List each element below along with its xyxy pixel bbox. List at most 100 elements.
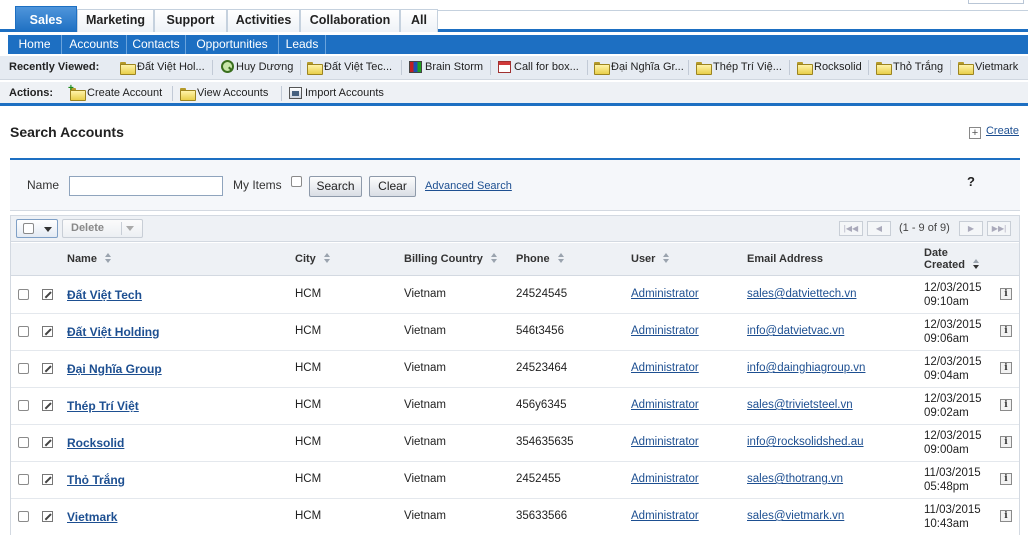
row-checkbox[interactable] — [18, 474, 29, 485]
next-page-button[interactable]: ▶ — [959, 221, 983, 236]
user-link[interactable]: Administrator — [631, 288, 699, 300]
country-cell: Vietnam — [404, 399, 446, 411]
edit-icon[interactable] — [42, 437, 53, 448]
user-link[interactable]: Administrator — [631, 325, 699, 337]
user-link[interactable]: Administrator — [631, 510, 699, 522]
email-link[interactable]: info@dainghiagroup.vn — [747, 362, 865, 374]
email-link[interactable]: sales@trivietsteel.vn — [747, 399, 853, 411]
account-name-link[interactable]: Vietmark — [67, 510, 117, 524]
tab-sales[interactable]: Sales — [15, 6, 77, 32]
user-link[interactable]: Administrator — [631, 362, 699, 374]
table-row: Đất Việt Tech HCM Vietnam 24524545 Administr… — [11, 277, 1019, 314]
edit-icon[interactable] — [42, 474, 53, 485]
row-checkbox[interactable] — [18, 289, 29, 300]
row-checkbox[interactable] — [18, 511, 29, 522]
row-checkbox[interactable] — [18, 326, 29, 337]
email-link[interactable]: sales@datviettech.vn — [747, 288, 856, 300]
city-cell: HCM — [295, 473, 322, 485]
row-checkbox[interactable] — [18, 400, 29, 411]
select-all-dropdown[interactable] — [16, 219, 58, 238]
recent-item[interactable]: Huy Dương — [220, 56, 293, 78]
folder-icon — [958, 62, 974, 75]
delete-button[interactable]: Delete — [62, 219, 143, 238]
info-icon[interactable]: i — [1000, 436, 1012, 448]
col-phone[interactable]: Phone — [516, 253, 565, 265]
email-link[interactable]: info@datvietvac.vn — [747, 325, 844, 337]
col-user[interactable]: User — [631, 253, 670, 265]
recent-item[interactable]: Vietmark — [958, 56, 1018, 78]
info-icon[interactable]: i — [1000, 473, 1012, 485]
account-name-link[interactable]: Thép Trí Việt — [67, 399, 139, 413]
advanced-search-link[interactable]: Advanced Search — [425, 180, 512, 192]
tab-marketing[interactable]: Marketing — [77, 9, 154, 32]
account-name-link[interactable]: Thỏ Trắng — [67, 473, 125, 487]
select-all-checkbox[interactable] — [23, 223, 34, 234]
last-page-button[interactable]: ▶▶| — [987, 221, 1011, 236]
create-account-action[interactable]: + Create Account — [68, 82, 162, 104]
row-checkbox[interactable] — [18, 437, 29, 448]
col-billing-country[interactable]: Billing Country — [404, 253, 498, 265]
info-icon[interactable]: i — [1000, 325, 1012, 337]
subtab-leads[interactable]: Leads — [279, 35, 326, 54]
tab-activities[interactable]: Activities — [227, 9, 300, 32]
edit-icon[interactable] — [42, 289, 53, 300]
subtab-home[interactable]: Home — [8, 35, 62, 54]
folder-icon — [594, 62, 610, 75]
phone-cell: 456y6345 — [516, 399, 567, 411]
edit-icon[interactable] — [42, 363, 53, 374]
account-name-link[interactable]: Đất Việt Holding — [67, 325, 159, 339]
subtab-accounts[interactable]: Accounts — [62, 35, 127, 54]
list-toolbar: Delete |◀◀ ◀ (1 - 9 of 9) ▶ ▶▶| — [11, 216, 1019, 242]
recent-item[interactable]: Thép Trí Việ... — [696, 56, 782, 78]
recent-item[interactable]: Brain Storm — [409, 56, 483, 78]
view-accounts-action[interactable]: View Accounts — [180, 82, 268, 104]
name-input[interactable] — [69, 176, 223, 196]
recent-item[interactable]: Thỏ Trắng — [876, 56, 943, 78]
date-created-cell: 12/03/2015 09:00am — [924, 430, 982, 456]
info-icon[interactable]: i — [1000, 399, 1012, 411]
tab-support[interactable]: Support — [154, 9, 227, 32]
account-name-link[interactable]: Đất Việt Tech — [67, 288, 142, 302]
search-button[interactable]: Search — [309, 176, 362, 197]
email-link[interactable]: sales@vietmark.vn — [747, 510, 844, 522]
recently-viewed-bar: Recently Viewed: Đất Việt Hol... Huy Dươ… — [0, 56, 1028, 80]
row-checkbox[interactable] — [18, 363, 29, 374]
create-link[interactable]: + Create — [968, 125, 1019, 139]
account-name-link[interactable]: Đại Nghĩa Group — [67, 362, 162, 376]
recent-item[interactable]: Đất Việt Tec... — [307, 56, 392, 78]
info-icon[interactable]: i — [1000, 288, 1012, 300]
tab-collaboration[interactable]: Collaboration — [300, 9, 400, 32]
subtab-contacts[interactable]: Contacts — [127, 35, 186, 54]
tab-all[interactable]: All — [400, 9, 438, 32]
col-date-created[interactable]: Date Created — [924, 247, 980, 271]
email-link[interactable]: sales@thotrang.vn — [747, 473, 843, 485]
recent-item[interactable]: Call for box... — [498, 56, 579, 78]
edit-icon[interactable] — [42, 511, 53, 522]
country-cell: Vietnam — [404, 288, 446, 300]
recent-item[interactable]: Đất Việt Hol... — [120, 56, 205, 78]
recent-item[interactable]: Đại Nghĩa Gr... — [594, 56, 684, 78]
prev-page-button[interactable]: ◀ — [867, 221, 891, 236]
recent-item[interactable]: Rocksolid — [797, 56, 862, 78]
account-name-link[interactable]: Rocksolid — [67, 436, 124, 450]
my-items-checkbox[interactable] — [291, 176, 302, 187]
edit-icon[interactable] — [42, 400, 53, 411]
user-link[interactable]: Administrator — [631, 399, 699, 411]
subtab-opportunities[interactable]: Opportunities — [186, 35, 279, 54]
phone-cell: 24523464 — [516, 362, 568, 374]
edit-icon[interactable] — [42, 326, 53, 337]
col-city[interactable]: City — [295, 253, 331, 265]
user-link[interactable]: Administrator — [631, 436, 699, 448]
info-icon[interactable]: i — [1000, 510, 1012, 522]
help-icon[interactable]: ? — [967, 174, 975, 189]
import-accounts-action[interactable]: Import Accounts — [289, 82, 384, 104]
info-icon[interactable]: i — [1000, 362, 1012, 374]
email-link[interactable]: info@rocksolidshed.au — [747, 436, 864, 448]
col-name[interactable]: Name — [67, 253, 112, 265]
col-email: Email Address — [747, 253, 824, 265]
sort-icon — [557, 253, 565, 263]
first-page-button[interactable]: |◀◀ — [839, 221, 863, 236]
name-label: Name — [27, 178, 60, 192]
clear-button[interactable]: Clear — [369, 176, 416, 197]
user-link[interactable]: Administrator — [631, 473, 699, 485]
